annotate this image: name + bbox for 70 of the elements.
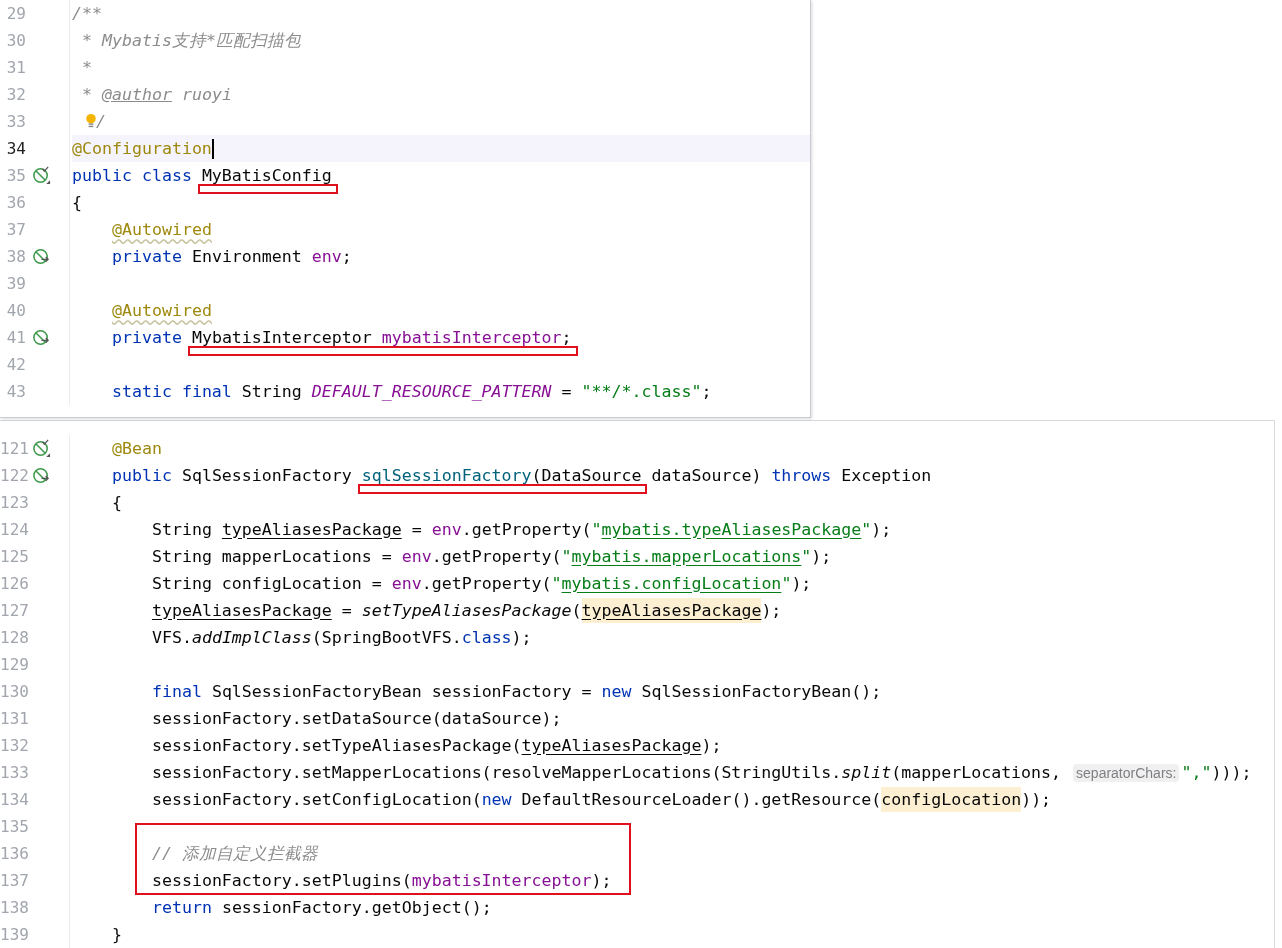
code-line: static final String DEFAULT_RESOURCE_PATTERN = "**/*.class"; [110,380,712,403]
line-number: 129 [0,655,26,674]
line-number: 125 [0,547,26,566]
line-number: 123 [0,493,26,512]
line-number: 137 [0,871,26,890]
line-number: 134 [0,790,26,809]
code-line: @Autowired [110,299,212,322]
code-line: * Mybatis支持*匹配扫描包 [81,29,301,52]
line-number: 139 [0,925,26,944]
code-line: String configLocation = env.getProperty("mybatis.configLocation"); [150,572,812,595]
code-line: /** [72,2,102,25]
code-line: sessionFactory.setTypeAliasesPackage(typeAliasesPackage); [150,734,722,757]
code-line: sessionFactory.setConfigLocation(new DefaultResourceLoader().getResource(configLocation)); [72,788,1052,811]
code-line: VFS.addImplClass(SpringBootVFS.class); [150,626,532,649]
code-line: private Environment env; [110,245,352,268]
slashed-circle-icon[interactable] [32,439,51,458]
code-line: typeAliasesPackage = setTypeAliasesPackage(typeAliasesPackage); [72,599,782,622]
line-number: 42 [5,355,26,374]
code-line: String typeAliasesPackage = env.getProperty("mybatis.typeAliasesPackage"); [150,518,892,541]
code-line: sessionFactory.setMapperLocations(resolveMapperLocations(StringUtils.split(mapperLocations, separatorChars: ","))); [150,761,1252,784]
line-number: 29 [5,4,26,23]
line-number: 128 [0,628,26,647]
slashed-circle-icon[interactable] [32,166,51,185]
line-number: 39 [5,274,26,293]
code-line: public SqlSessionFactory sqlSessionFactory(DataSource dataSource) throws Exception [72,464,932,487]
line-number: 130 [0,682,26,701]
code-line: String mapperLocations = env.getProperty("mybatis.mapperLocations"); [150,545,832,568]
line-number: 35 [5,166,26,185]
code-line: / [96,110,106,133]
slashed-circle-icon[interactable] [32,328,51,347]
slashed-circle-icon[interactable] [32,466,51,485]
line-number: 131 [0,709,26,728]
line-number: 38 [5,247,26,266]
code-line: sessionFactory.setPlugins(mybatisInterceptor); [150,869,612,892]
line-number: 32 [5,85,26,104]
slashed-circle-icon[interactable] [32,247,51,266]
line-number: 133 [0,763,26,782]
line-number: 124 [0,520,26,539]
line-number: 126 [0,574,26,593]
line-number: 132 [0,736,26,755]
line-number: 37 [5,220,26,239]
code-line: return sessionFactory.getObject(); [150,896,492,919]
line-number: 41 [5,328,26,347]
code-line: @Bean [110,437,162,460]
line-number: 31 [5,58,26,77]
code-line: sessionFactory.setDataSource(dataSource); [150,707,562,730]
line-number: 122 [0,466,26,485]
code-line: } [110,923,122,946]
code-line: public class MyBatisConfig [72,164,332,187]
line-number: 30 [5,31,26,50]
line-number: 36 [5,193,26,212]
code-line: * @author ruoyi [81,83,232,106]
code-line: @Autowired [110,218,212,241]
code-line: // 添加自定义拦截器 [150,842,318,865]
lightbulb-icon[interactable] [85,113,97,130]
line-number: 135 [0,817,26,836]
code-line: { [72,191,82,214]
line-number: 127 [0,601,26,620]
line-number: 43 [5,382,26,401]
line-number: 40 [5,301,26,320]
code-line: * [81,56,92,79]
code-line: @Configuration [72,137,212,160]
line-number: 136 [0,844,26,863]
code-line: { [110,491,122,514]
line-number: 33 [5,112,26,131]
code-line: private MybatisInterceptor mybatisInterceptor; [72,326,572,349]
line-number: 138 [0,898,26,917]
line-number: 121 [0,439,26,458]
code-line: final SqlSessionFactoryBean sessionFactory = new SqlSessionFactoryBean(); [150,680,882,703]
line-number: 34 [5,139,26,158]
